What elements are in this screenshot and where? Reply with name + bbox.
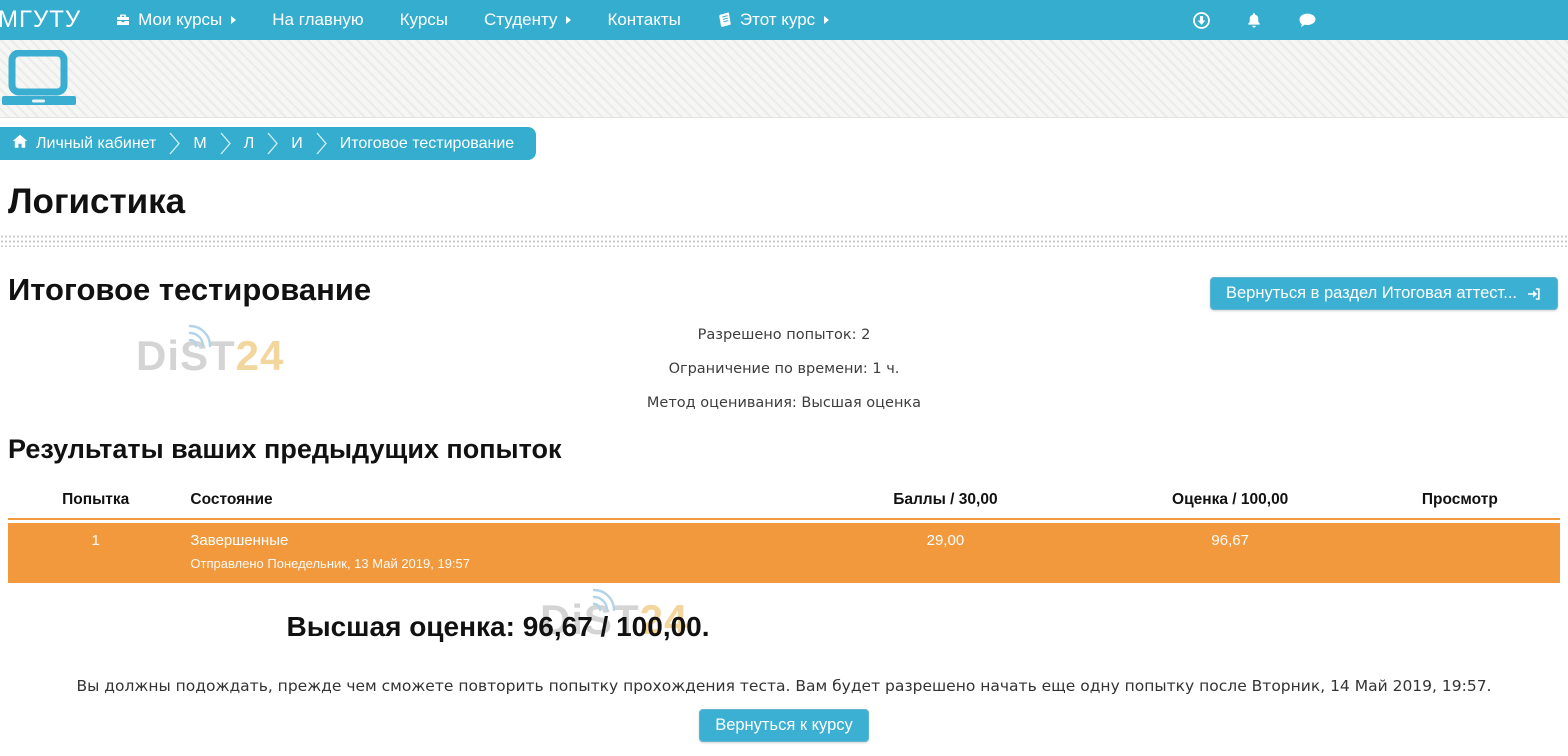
- breadcrumb-wrap: Личный кабинет М Л И Итоговое тестирован…: [0, 127, 1568, 160]
- col-marks: Баллы / 30,00: [790, 491, 1100, 509]
- state-detail: Отправлено Понедельник, 13 Май 2019, 19:…: [190, 556, 790, 571]
- briefcase-icon: [115, 12, 131, 28]
- table-row: 1 Завершенные Отправлено Понедельник, 13…: [8, 523, 1560, 583]
- attempts-table: Попытка Состояние Баллы / 30,00 Оценка /…: [8, 491, 1560, 583]
- breadcrumb-item[interactable]: Л: [244, 135, 255, 153]
- cell-marks: 29,00: [790, 532, 1100, 583]
- top-navbar: МГУТУ Мои курсы На главную Курсы Студент…: [0, 0, 1568, 40]
- quiz-info: Разрешено попыток: 2 Ограничение по врем…: [8, 326, 1560, 412]
- nav-label: Мои курсы: [138, 10, 222, 30]
- chat-icon[interactable]: [1297, 11, 1318, 30]
- caret-right-icon: [824, 16, 829, 24]
- breadcrumb-dashboard[interactable]: Личный кабинет: [12, 134, 156, 154]
- nav-label: Студенту: [484, 10, 557, 30]
- attempts-allowed: Разрешено попыток: 2: [8, 326, 1560, 344]
- course-title: Логистика: [8, 182, 1560, 222]
- nav-label: Курсы: [400, 10, 448, 30]
- navbar-right-icons: [1192, 11, 1318, 30]
- nav-label: Этот курс: [740, 10, 815, 30]
- cell-grade: 96,67: [1101, 532, 1360, 583]
- back-to-course-button[interactable]: Вернуться к курсу: [699, 709, 869, 742]
- page: МГУТУ Мои курсы На главную Курсы Студент…: [0, 0, 1568, 756]
- return-to-section-button[interactable]: Вернуться в раздел Итоговая аттест...: [1210, 277, 1558, 310]
- bottom-button-wrap: Вернуться к курсу: [8, 709, 1560, 742]
- site-header: [0, 40, 1568, 118]
- breadcrumb: Личный кабинет М Л И Итоговое тестирован…: [0, 127, 536, 160]
- arrow-circle-down-icon[interactable]: [1192, 11, 1211, 30]
- nav-my-courses[interactable]: Мои курсы: [97, 0, 254, 40]
- nav-label: На главную: [272, 10, 363, 30]
- breadcrumb-item[interactable]: И: [291, 135, 303, 153]
- grading-method: Метод оценивания: Высшая оценка: [8, 394, 1560, 412]
- nav-this-course[interactable]: Этот курс: [699, 0, 847, 40]
- wait-message: Вы должны подождать, прежде чем сможете …: [8, 677, 1560, 695]
- breadcrumb-item[interactable]: М: [193, 135, 206, 153]
- sign-in-icon: [1526, 286, 1542, 302]
- quiz-header-row: Итоговое тестирование Вернуться в раздел…: [8, 273, 1560, 310]
- home-icon: [12, 134, 28, 154]
- table-header-row: Попытка Состояние Баллы / 30,00 Оценка /…: [8, 491, 1560, 518]
- dotted-divider: [0, 234, 1568, 247]
- cell-state: Завершенные Отправлено Понедельник, 13 М…: [183, 532, 790, 583]
- chevron-right-icon: [266, 130, 279, 157]
- col-attempt: Попытка: [8, 491, 183, 509]
- nav-label: Контакты: [607, 10, 680, 30]
- nav-student[interactable]: Студенту: [466, 0, 589, 40]
- nav-home[interactable]: На главную: [254, 0, 381, 40]
- caret-right-icon: [231, 16, 236, 24]
- button-label: Вернуться в раздел Итоговая аттест...: [1226, 284, 1517, 303]
- book-icon: [717, 12, 733, 28]
- laptop-logo-icon[interactable]: [2, 50, 82, 111]
- col-state: Состояние: [183, 491, 790, 509]
- results-heading: Результаты ваших предыдущих попыток: [8, 434, 1560, 465]
- main-content: Логистика Итоговое тестирование Вернутьс…: [0, 182, 1568, 742]
- bell-icon[interactable]: [1245, 11, 1263, 30]
- quiz-title: Итоговое тестирование: [8, 273, 371, 306]
- chevron-right-icon: [315, 130, 328, 157]
- col-review: Просмотр: [1360, 491, 1560, 509]
- cell-review: [1360, 532, 1560, 583]
- nav-contacts[interactable]: Контакты: [589, 0, 698, 40]
- nav-courses[interactable]: Курсы: [382, 0, 466, 40]
- brand-logo[interactable]: МГУТУ: [0, 6, 97, 34]
- col-grade: Оценка / 100,00: [1101, 491, 1360, 509]
- state-label: Завершенные: [190, 532, 790, 549]
- chevron-right-icon: [219, 130, 232, 157]
- breadcrumb-current: Итоговое тестирование: [340, 135, 515, 153]
- breadcrumb-label: Личный кабинет: [36, 135, 156, 153]
- button-label: Вернуться к курсу: [715, 716, 853, 735]
- caret-right-icon: [566, 16, 571, 24]
- chevron-right-icon: [168, 130, 181, 157]
- time-limit: Ограничение по времени: 1 ч.: [8, 360, 1560, 378]
- final-grade: Высшая оценка: 96,67 / 100,00.: [8, 611, 988, 643]
- cell-attempt: 1: [8, 532, 183, 583]
- table-divider: [8, 518, 1560, 520]
